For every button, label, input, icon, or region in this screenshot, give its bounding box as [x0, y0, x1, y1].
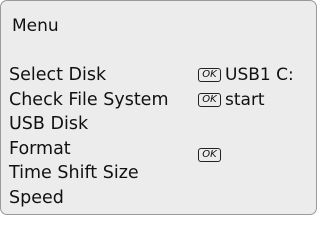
osd-menu-panel: Menu Select Disk OK USB1 C: Check File S… [0, 0, 317, 215]
menu-item-value-text: USB1 C: [225, 65, 294, 85]
menu-item-check-file-system[interactable]: Check File System OK start [1, 88, 316, 113]
menu-title: Menu [12, 16, 59, 36]
menu-item-label: Check File System [9, 89, 169, 110]
menu-item-time-shift-size[interactable]: Time Shift Size [1, 161, 316, 186]
menu-item-usb-disk[interactable]: USB Disk [1, 112, 316, 137]
menu-item-select-disk[interactable]: Select Disk OK USB1 C: [1, 63, 316, 88]
menu-item-label: Speed [9, 187, 64, 208]
menu-item-value: OK USB1 C: [198, 65, 294, 85]
menu-item-label: Select Disk [9, 65, 107, 85]
ok-icon: OK [198, 147, 221, 162]
menu-item-label: Format [9, 138, 71, 159]
menu-item-value-text: start [225, 89, 265, 110]
menu-list: Select Disk OK USB1 C: Check File System… [1, 63, 316, 210]
menu-item-label: USB Disk [9, 114, 89, 134]
ok-icon: OK [198, 68, 221, 82]
menu-item-format[interactable]: Format OK [1, 137, 316, 162]
menu-item-speed[interactable]: Speed [1, 186, 316, 211]
ok-icon: OK [198, 92, 221, 107]
menu-item-value: OK start [198, 90, 265, 110]
menu-item-label: Time Shift Size [9, 163, 139, 183]
